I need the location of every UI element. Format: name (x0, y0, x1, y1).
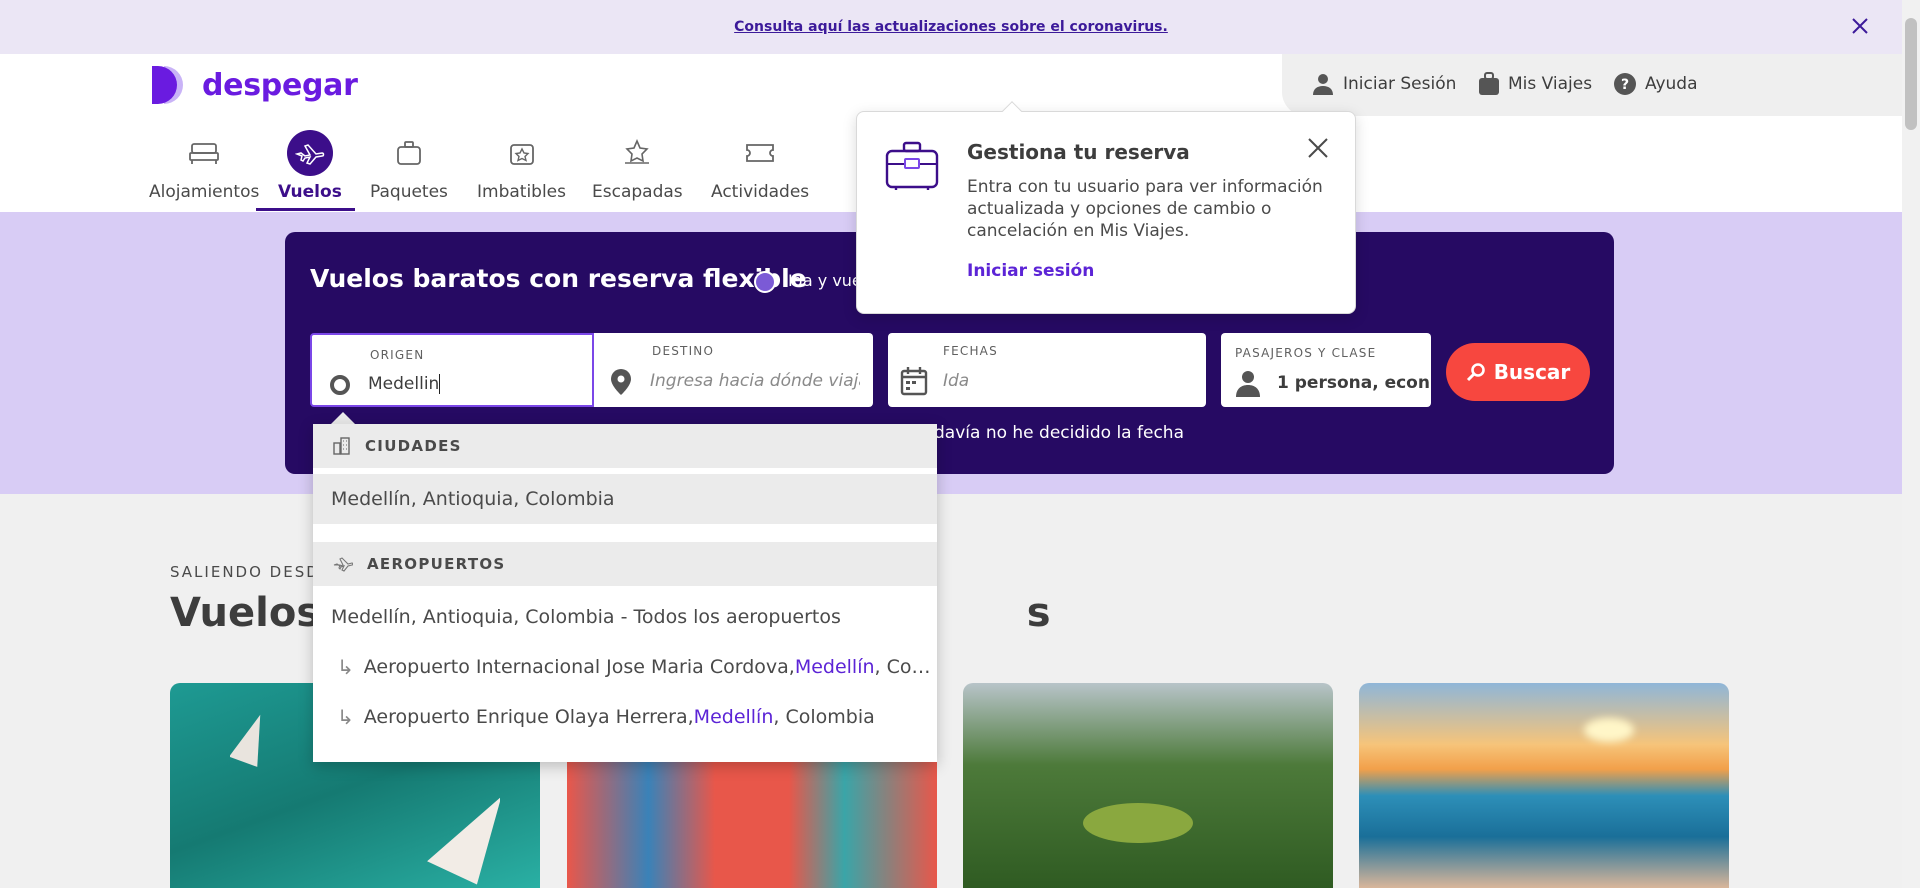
help-icon: ? (1614, 73, 1636, 95)
logo-wordmark: despegar (202, 67, 358, 103)
help-label: Ayuda (1645, 74, 1698, 94)
tab-label: Paquetes (370, 182, 448, 202)
text-cursor (439, 374, 440, 394)
svg-text:?: ? (1621, 77, 1629, 93)
search-button[interactable]: Buscar (1446, 343, 1590, 401)
location-pin-icon (611, 369, 631, 395)
search-button-label: Buscar (1493, 360, 1571, 384)
person-icon (1236, 371, 1260, 397)
plane-icon (294, 144, 325, 165)
airport-name: Aeropuerto Enrique Olaya Herrera, (363, 706, 694, 728)
trip-type-label: Ida y vue (788, 271, 862, 290)
destination-input[interactable]: Ingresa hacia dónde viaja (650, 371, 860, 391)
tab-label: Imbatibles (477, 182, 567, 202)
terrace-image (1083, 803, 1193, 843)
active-tab-indicator (256, 208, 355, 211)
my-trips-link[interactable]: Mis Viajes (1478, 72, 1592, 96)
popover-body: Entra con tu usuario para ver informació… (967, 177, 1323, 241)
airport-match: Medellín (693, 706, 774, 728)
suggestion-label: Medellín, Antioquia, Colombia - Todos lo… (331, 606, 841, 628)
airport-suffix: , Co… (874, 656, 931, 678)
help-link[interactable]: ? Ayuda (1613, 72, 1698, 96)
section-heading-right: s (1026, 590, 1051, 636)
popover-title: Gestiona tu reserva (967, 140, 1190, 164)
my-trips-label: Mis Viajes (1508, 74, 1593, 94)
close-icon[interactable] (1848, 14, 1872, 38)
logo[interactable]: despegar (150, 64, 358, 106)
popover-login-link[interactable]: Iniciar sesión (967, 261, 1094, 281)
section-kicker: SALIENDO DESDE (170, 563, 332, 581)
tab-label: Vuelos (278, 182, 342, 202)
airport-name: Aeropuerto Internacional Jose Maria Cord… (363, 656, 795, 678)
sub-arrow-icon: ↳ (337, 655, 354, 679)
airports-header: AEROPUERTOS (313, 542, 937, 586)
user-icon (1313, 74, 1333, 95)
passengers-field[interactable]: PASAJEROS Y CLASE 1 persona, econ (1221, 333, 1431, 407)
search-title: Vuelos baratos con reserva flexible (310, 264, 807, 293)
origin-field[interactable]: ORIGEN Medellin (310, 333, 594, 407)
passengers-value: 1 persona, econ (1277, 373, 1430, 393)
cities-header: CIUDADES (313, 424, 937, 468)
suggestion-airport[interactable]: ↳ Aeropuerto Internacional Jose Maria Co… (313, 642, 937, 692)
logo-icon (152, 66, 183, 104)
origin-autocomplete: CIUDADES Medellín, Antioquia, Colombia A… (313, 424, 937, 762)
boat-image (230, 714, 261, 767)
suggestion-all-airports[interactable]: Medellín, Antioquia, Colombia - Todos lo… (313, 592, 937, 642)
bed-icon (189, 143, 220, 164)
calendar-icon (900, 367, 928, 396)
origin-circle-icon (330, 375, 350, 395)
destination-label: DESTINO (652, 344, 715, 358)
origin-label: ORIGEN (370, 348, 425, 362)
destination-card[interactable] (1359, 683, 1729, 888)
covid-banner: Consulta aquí las actualizaciones sobre … (0, 0, 1902, 54)
origin-input[interactable]: Medellin (368, 374, 439, 394)
sub-arrow-icon: ↳ (337, 705, 354, 729)
search-icon (1466, 363, 1485, 382)
destination-field[interactable]: DESTINO Ingresa hacia dónde viaja (594, 333, 873, 407)
suitcase-icon (1479, 72, 1499, 95)
suggestion-city[interactable]: Medellín, Antioquia, Colombia (313, 474, 937, 524)
tab-label: Alojamientos (149, 182, 260, 202)
suitcase-icon (397, 141, 421, 165)
suggestion-label: Medellín, Antioquia, Colombia (331, 488, 615, 510)
ticket-icon (746, 144, 774, 162)
plane-icon (333, 557, 353, 572)
airport-suffix: , Colombia (773, 706, 875, 728)
tab-vuelos[interactable]: Vuelos (278, 130, 342, 202)
undecided-dates-option[interactable]: davía no he decidido la fecha (934, 423, 1184, 443)
scrollbar[interactable] (1902, 0, 1920, 888)
dates-label: FECHAS (943, 344, 998, 358)
tab-actividades[interactable]: Actividades (711, 130, 809, 202)
login-link[interactable]: Iniciar Sesión (1311, 72, 1456, 96)
login-label: Iniciar Sesión (1343, 74, 1457, 94)
plane-star-icon (625, 139, 650, 164)
close-icon[interactable] (1304, 134, 1332, 162)
tab-label: Escapadas (592, 182, 683, 202)
destination-card[interactable] (963, 683, 1333, 888)
suggestion-airport[interactable]: ↳ Aeropuerto Enrique Olaya Herrera, Mede… (313, 692, 937, 742)
luggage-icon (885, 141, 939, 190)
tab-imbatibles[interactable]: Imbatibles (477, 130, 566, 202)
buildings-icon (333, 437, 350, 455)
covid-banner-link[interactable]: Consulta aquí las actualizaciones sobre … (734, 19, 1168, 35)
tab-label: Actividades (711, 182, 810, 202)
passengers-label: PASAJEROS Y CLASE (1235, 346, 1377, 360)
gift-icon (509, 144, 534, 165)
dates-input[interactable]: Ida (943, 371, 969, 391)
cities-header-label: CIUDADES (365, 437, 462, 455)
trip-type-radio[interactable] (754, 271, 776, 293)
scrollbar-thumb[interactable] (1905, 18, 1917, 130)
sun-image (1584, 718, 1634, 742)
tab-escapadas[interactable]: Escapadas (592, 130, 683, 202)
airports-header-label: AEROPUERTOS (367, 555, 506, 573)
boat-image (427, 796, 500, 885)
tab-alojamientos[interactable]: Alojamientos (149, 130, 259, 202)
tab-paquetes[interactable]: Paquetes (370, 130, 448, 202)
airport-match: Medellín (794, 656, 875, 678)
dates-field[interactable]: FECHAS Ida (888, 333, 1206, 407)
